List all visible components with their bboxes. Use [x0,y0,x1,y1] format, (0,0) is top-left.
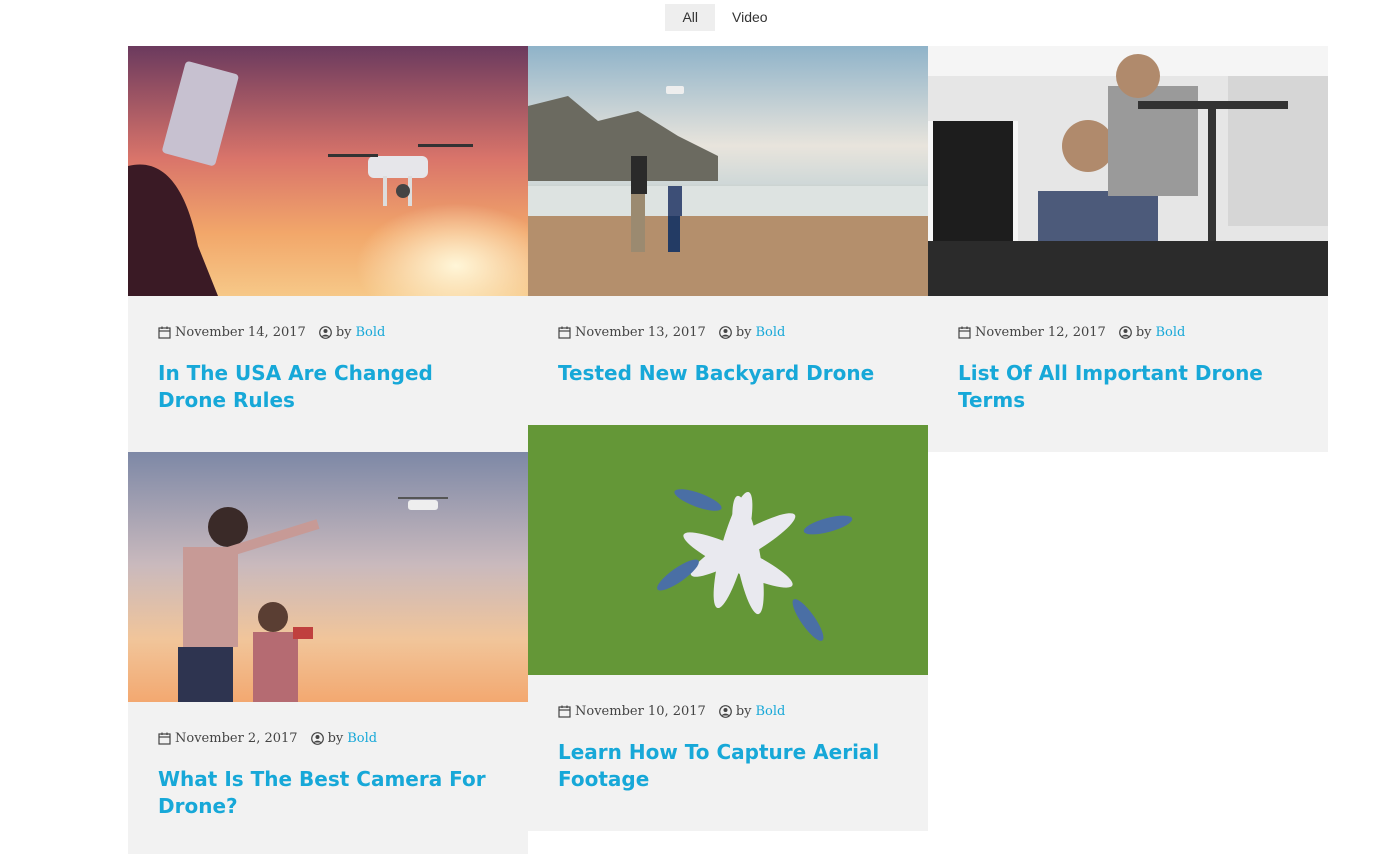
post-card: November 10, 2017 by Bold Learn How To C… [528,425,928,831]
post-by-label: by [327,730,344,746]
post-card: November 2, 2017 by Bold What Is The Bes… [128,452,528,854]
user-icon [310,731,324,745]
post-date: November 2, 2017 [175,730,298,746]
post-body: November 12, 2017 by Bold List Of All Im… [928,296,1328,414]
calendar-icon [558,705,571,718]
post-by-label: by [1135,324,1152,340]
post-meta: November 13, 2017 by Bold [558,322,898,342]
post-by-label: by [735,703,752,719]
post-date: November 13, 2017 [575,324,706,340]
post-body: November 2, 2017 by Bold What Is The Bes… [128,702,528,820]
post-title[interactable]: What Is The Best Camera For Drone? [158,766,498,820]
calendar-icon [958,326,971,339]
post-meta: November 12, 2017 by Bold [958,322,1298,342]
post-body: November 10, 2017 by Bold Learn How To C… [528,675,928,793]
post-card: November 14, 2017 by Bold In The USA Are… [128,46,528,452]
user-icon [318,325,332,339]
post-by-label: by [335,324,352,340]
post-title[interactable]: In The USA Are Changed Drone Rules [158,360,498,414]
post-image-sunset-drone[interactable] [128,46,528,296]
post-date: November 12, 2017 [975,324,1106,340]
user-icon [718,325,732,339]
post-meta: November 10, 2017 by Bold [558,701,898,721]
post-meta: November 14, 2017 by Bold [158,322,498,342]
post-card: November 13, 2017 by Bold Tested New Bac… [528,46,928,425]
calendar-icon [558,326,571,339]
post-image-beach-drone[interactable] [528,46,928,296]
post-card: November 12, 2017 by Bold List Of All Im… [928,46,1328,452]
post-title[interactable]: Tested New Backyard Drone [558,360,898,387]
post-title[interactable]: Learn How To Capture Aerial Footage [558,739,898,793]
post-author-link[interactable]: Bold [347,731,377,746]
calendar-icon [158,326,171,339]
post-image-mother-daughter-drone[interactable] [128,452,528,702]
post-author-link[interactable]: Bold [356,325,386,340]
post-body: November 13, 2017 by Bold Tested New Bac… [528,296,928,387]
post-body: November 14, 2017 by Bold In The USA Are… [128,296,528,414]
post-meta: November 2, 2017 by Bold [158,728,498,748]
post-author-link[interactable]: Bold [756,325,786,340]
post-title[interactable]: List Of All Important Drone Terms [958,360,1298,414]
user-icon [718,704,732,718]
post-author-link[interactable]: Bold [1156,325,1186,340]
post-image-workshop-drone[interactable] [928,46,1328,296]
post-image-aerial-group[interactable] [528,425,928,675]
post-date: November 14, 2017 [175,324,306,340]
user-icon [1118,325,1132,339]
post-author-link[interactable]: Bold [756,704,786,719]
calendar-icon [158,732,171,745]
post-by-label: by [735,324,752,340]
filter-group: All Video [665,4,784,31]
post-date: November 10, 2017 [575,703,706,719]
filter-video-button[interactable]: Video [715,4,785,31]
filter-bar: All Video [0,4,1400,31]
filter-all-button[interactable]: All [665,4,715,31]
